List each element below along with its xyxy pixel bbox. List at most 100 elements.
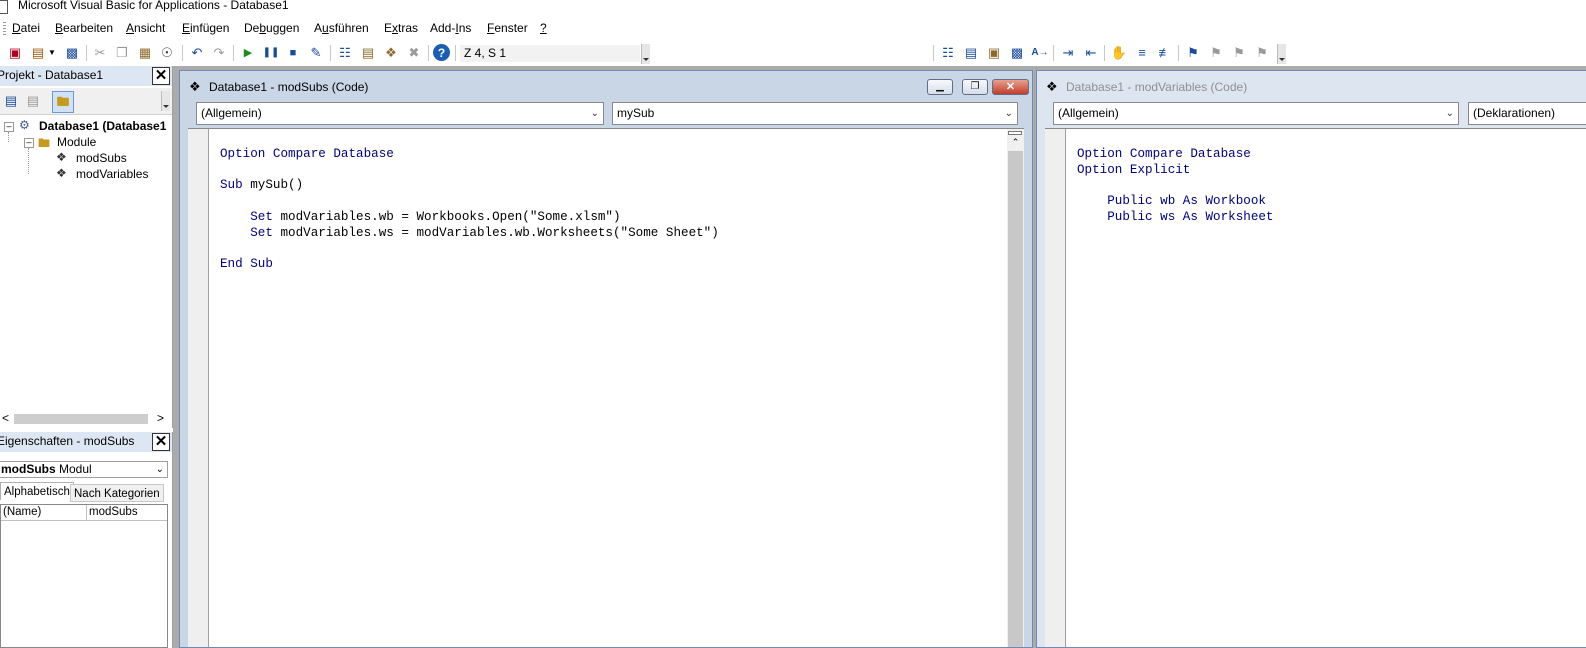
code-text[interactable]: Option Compare Database Option Explicit … (1077, 131, 1274, 226)
object-selector[interactable]: modSubs Modul ⌄ (0, 461, 168, 478)
property-value[interactable]: modSubs (89, 506, 138, 518)
cut-icon[interactable]: ✂ (91, 44, 109, 62)
menu-debuggen[interactable]: Debuggen (244, 21, 299, 35)
code-line[interactable]: Set modVariables.ws = modVariables.wb.Wo… (220, 226, 719, 240)
tree-item-modvariables[interactable]: modVariables (76, 167, 148, 181)
design-mode-icon[interactable]: ✎ (307, 44, 325, 62)
next-bookmark-icon[interactable]: ⚑ (1207, 44, 1225, 62)
edit-toolbar-options-icon[interactable] (1277, 44, 1286, 64)
insert-dropdown-icon[interactable]: ▼ (47, 44, 57, 62)
paste-icon[interactable]: ▦ (136, 44, 154, 62)
undo-icon[interactable]: ↶ (188, 44, 206, 62)
menu-help[interactable]: ? (540, 21, 547, 35)
save-icon[interactable]: ▩ (63, 44, 81, 62)
menu-extras[interactable]: Extras (384, 21, 418, 35)
chevron-down-icon: ⌄ (590, 108, 599, 119)
split-bar[interactable] (1008, 131, 1022, 135)
close-button[interactable]: ✕ (992, 79, 1029, 95)
toggle-folders-icon[interactable]: 🖿 (52, 91, 74, 113)
find-icon[interactable]: ☉ (158, 44, 176, 62)
tree-project-root[interactable]: Database1 (Database1 (39, 119, 166, 133)
tree-folder-module[interactable]: Module (57, 135, 96, 149)
scrollbar-thumb[interactable] (14, 414, 148, 424)
expander-project[interactable]: – (4, 122, 14, 132)
scroll-right-icon[interactable]: > (157, 411, 164, 425)
close-icon[interactable]: ✕ (152, 433, 170, 451)
tab-alphabetisch[interactable]: Alphabetisch (0, 482, 74, 500)
insert-module-icon[interactable]: ▤ (29, 44, 47, 62)
menu-bearbeiten[interactable]: Bearbeiten (55, 21, 113, 35)
menu-ausfuehren[interactable]: Ausführen (314, 21, 369, 35)
tree-item-modsubs[interactable]: modSubs (76, 151, 127, 165)
view-access-icon[interactable]: ▣ (6, 44, 24, 62)
previous-bookmark-icon[interactable]: ⚑ (1230, 44, 1248, 62)
code-line[interactable]: Public wb As Workbook (1077, 194, 1266, 208)
expander-module-folder[interactable]: – (24, 138, 34, 148)
copy-icon[interactable]: ❐ (113, 44, 131, 62)
view-object-icon[interactable]: ▤ (24, 92, 42, 110)
project-icon: ⚙ (19, 118, 30, 132)
complete-word-icon[interactable]: A→ (1031, 44, 1049, 62)
code-line[interactable]: Option Compare Database (220, 147, 394, 161)
run-icon[interactable]: ▶ (239, 44, 257, 62)
list-properties-icon[interactable]: ☷ (939, 44, 957, 62)
object-combo[interactable]: (Allgemein) ⌄ (1053, 102, 1459, 125)
scrollbar-track[interactable] (1008, 151, 1023, 647)
code-editor[interactable]: Option Compare Database Option Explicit … (1045, 128, 1586, 647)
restore-button[interactable]: ❐ (962, 79, 988, 95)
redo-icon[interactable]: ↷ (210, 44, 228, 62)
menu-add-ins[interactable]: Add-Ins (430, 21, 471, 35)
close-icon[interactable]: ✕ (152, 67, 170, 85)
code-window-modsubs: ❖ Database1 - modSubs (Code) ▁ ❐ ✕ (Allg… (179, 70, 1033, 648)
pause-icon[interactable]: ❚❚ (262, 44, 280, 62)
code-text[interactable]: Option Compare Database Sub mySub() Set … (220, 131, 719, 273)
view-code-icon[interactable]: ▤ (2, 92, 20, 110)
parameter-info-icon[interactable]: ▩ (1008, 44, 1026, 62)
minimize-button[interactable]: ▁ (927, 79, 953, 95)
toolbar-options-icon[interactable] (641, 44, 650, 64)
code-line[interactable]: Set modVariables.wb = Workbooks.Open("So… (220, 210, 620, 224)
procedure-combo[interactable]: (Deklarationen) (1468, 102, 1586, 125)
table-row[interactable]: (Name) modSubs (1, 505, 167, 521)
stop-icon[interactable]: ■ (284, 44, 302, 62)
code-window-title-bar[interactable]: ❖ Database1 - modSubs (Code) ▁ ❐ ✕ (180, 71, 1032, 99)
quick-info-icon[interactable]: ▣ (985, 44, 1003, 62)
menu-einfuegen[interactable]: Einfügen (182, 21, 229, 35)
scroll-left-icon[interactable]: < (2, 411, 9, 425)
properties-window: Eigenschaften - modSubs ✕ modSubs Modul … (0, 432, 173, 648)
code-vscroll[interactable]: ⌃ (1007, 129, 1024, 647)
toolbox-icon[interactable]: ✖ (405, 44, 423, 62)
code-line[interactable]: Public ws As Worksheet (1077, 210, 1273, 224)
indicator-margin[interactable] (1045, 129, 1066, 647)
code-line[interactable]: Option Explicit (1077, 163, 1190, 177)
code-editor[interactable]: Option Compare Database Sub mySub() Set … (188, 128, 1024, 647)
menu-fenster[interactable]: Fenster (487, 21, 528, 35)
project-explorer-icon[interactable]: ☷ (336, 44, 354, 62)
outdent-icon[interactable]: ⇤ (1082, 44, 1100, 62)
code-line[interactable]: Option Compare Database (1077, 147, 1251, 161)
tab-nach-kategorien[interactable]: Nach Kategorien (70, 484, 164, 502)
code-line[interactable]: Sub mySub() (220, 178, 303, 192)
comment-block-icon[interactable]: ≡ (1133, 44, 1151, 62)
explorer-toolbar-options-icon[interactable] (161, 91, 170, 111)
list-constants-icon[interactable]: ▤ (962, 44, 980, 62)
indicator-margin[interactable] (188, 129, 209, 647)
toggle-bookmark-icon[interactable]: ⚑ (1184, 44, 1202, 62)
object-combo[interactable]: (Allgemein) ⌄ (196, 102, 604, 125)
code-window-title-bar[interactable]: ❖ Database1 - modVariables (Code) (1037, 71, 1586, 99)
menu-ansicht[interactable]: Ansicht (126, 21, 165, 35)
properties-window-icon[interactable]: ▤ (359, 44, 377, 62)
toggle-breakpoint-icon[interactable]: ✋ (1110, 44, 1128, 62)
project-explorer-hscroll[interactable]: < > (0, 410, 172, 428)
procedure-combo[interactable]: mySub ⌄ (612, 102, 1018, 125)
indent-icon[interactable]: ⇥ (1059, 44, 1077, 62)
scroll-up-icon[interactable]: ⌃ (1007, 136, 1024, 148)
code-line[interactable]: End Sub (220, 257, 273, 271)
clear-bookmarks-icon[interactable]: ⚑ (1253, 44, 1271, 62)
object-browser-icon[interactable]: ❖ (382, 44, 400, 62)
help-icon[interactable]: ? (433, 44, 450, 61)
menu-datei[interactable]: Datei (12, 21, 40, 35)
menu-grip[interactable] (3, 22, 6, 35)
uncomment-block-icon[interactable]: ≢ (1156, 44, 1174, 62)
code-window-title: Database1 - modVariables (Code) (1066, 80, 1248, 94)
